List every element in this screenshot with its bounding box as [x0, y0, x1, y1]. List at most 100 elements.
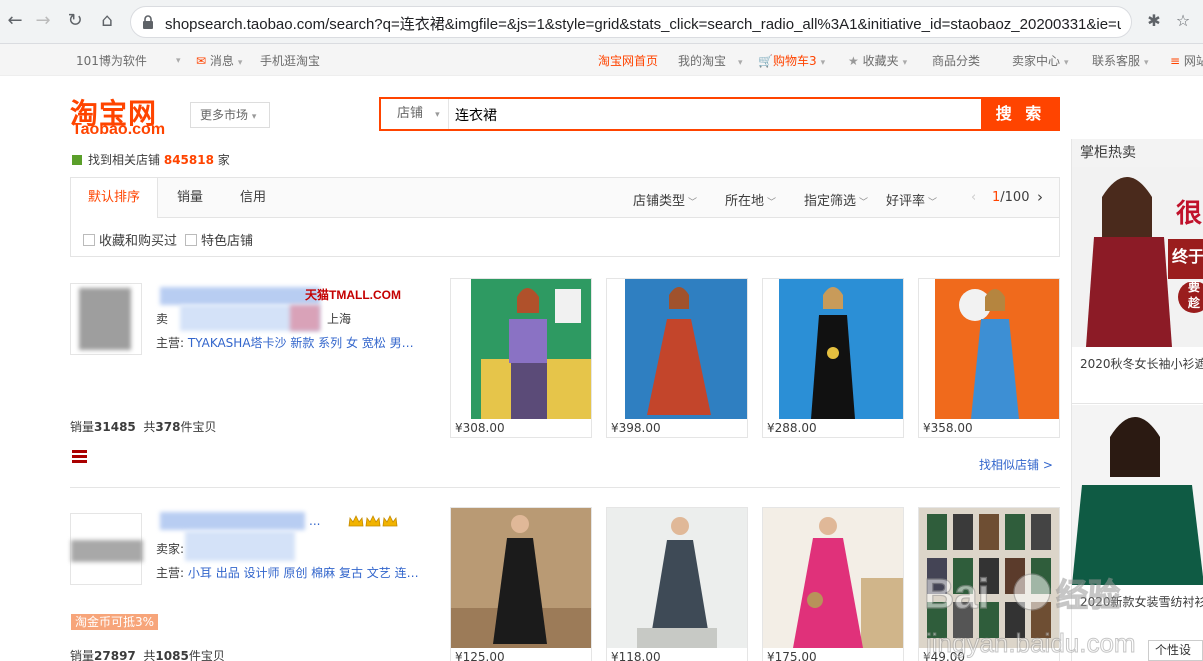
- topbar-messages[interactable]: ✉ 消息 ▾: [196, 52, 242, 69]
- find-similar-link[interactable]: 找相似店铺 >: [979, 456, 1053, 473]
- product-card[interactable]: ¥118.00: [606, 507, 748, 661]
- address-bar[interactable]: shopsearch.taobao.com/search?q=连衣裙&imgfi…: [130, 6, 1132, 38]
- shop-location: 上海: [327, 312, 352, 326]
- star-icon: ★: [848, 54, 859, 68]
- search-button[interactable]: 搜 索: [981, 97, 1060, 131]
- product-price: ¥288.00: [767, 421, 817, 435]
- prev-page-icon[interactable]: ‹: [971, 190, 976, 205]
- crown-icon: [348, 515, 364, 527]
- product-card[interactable]: ¥358.00: [918, 278, 1060, 438]
- mail-icon: ✉: [196, 54, 207, 68]
- shop-avatar[interactable]: [70, 283, 142, 355]
- chevron-down-icon: ﹀: [928, 198, 938, 208]
- blurred-shop-name[interactable]: [160, 287, 320, 305]
- sort-default-tab[interactable]: 默认排序: [71, 178, 158, 218]
- specified-filter-dropdown[interactable]: 指定筛选 ﹀: [804, 190, 868, 209]
- sort-bar: 默认排序 销量 信用 店铺类型 ﹀ 所在地 ﹀ 指定筛选 ﹀ 好评率 ﹀ ‹ 1/100…: [71, 178, 1059, 218]
- blurred-avatar: [79, 288, 131, 350]
- product-image[interactable]: [919, 279, 1059, 419]
- shop-sales: 销量31485 共378件宝贝: [70, 420, 217, 434]
- product-card[interactable]: ¥288.00: [762, 278, 904, 438]
- shop-name-ellipsis[interactable]: ...: [309, 514, 320, 528]
- product-image[interactable]: [763, 279, 903, 419]
- topbar-customer-service[interactable]: 联系客服 ▾: [1092, 52, 1149, 69]
- url-text: shopsearch.taobao.com/search?q=连衣裙&imgfi…: [165, 16, 1121, 33]
- product-image[interactable]: [763, 508, 903, 648]
- watermark-brand: Bai: [924, 570, 989, 617]
- topbar-user[interactable]: 101博为软件: [76, 52, 147, 69]
- product-price: ¥308.00: [455, 421, 505, 435]
- blurred-shop-name[interactable]: [160, 512, 305, 530]
- result-count: 找到相关店铺 845818 家: [72, 151, 230, 168]
- product-card[interactable]: ¥175.00: [762, 507, 904, 661]
- personal-settings-button[interactable]: 个性设置: [1148, 640, 1203, 661]
- shop-menu-icon[interactable]: [72, 450, 87, 463]
- blurred-seller-name: [185, 531, 295, 561]
- blurred-avatar: [71, 540, 143, 562]
- main-business-link[interactable]: 小耳 出品 设计师 原创 棉麻 复古 文艺 连…: [188, 566, 419, 580]
- sidebar-divider: [1072, 403, 1203, 404]
- topbar-user-caret[interactable]: ▾: [172, 52, 181, 66]
- next-page-icon[interactable]: ›: [1037, 188, 1043, 206]
- topbar-categories[interactable]: 商品分类: [932, 52, 980, 69]
- forward-icon[interactable]: →: [30, 8, 56, 34]
- sidebar-ad-image[interactable]: 很 终于 要 趁: [1072, 167, 1203, 347]
- blurred-badge: [290, 305, 320, 331]
- bookmark-star-icon[interactable]: ☆: [1172, 10, 1194, 32]
- site-topbar: 101博为软件 ▾ ✉ 消息 ▾ 手机逛淘宝 淘宝网首页 我的淘宝 ▾ 🛒购物车3 ▾…: [0, 44, 1203, 76]
- more-market-dropdown[interactable]: 更多市场 ▾: [190, 102, 270, 128]
- topbar-sitemap[interactable]: ≡ 网站: [1170, 52, 1203, 69]
- topbar-favorites[interactable]: ★ 收藏夹 ▾: [848, 52, 907, 69]
- sort-credit-tab[interactable]: 信用: [222, 178, 284, 218]
- product-image[interactable]: [607, 508, 747, 648]
- menu-icon: ≡: [1170, 54, 1181, 68]
- sidebar-ad-image[interactable]: [1072, 405, 1203, 585]
- sort-sales-tab[interactable]: 销量: [158, 178, 222, 218]
- chevron-down-icon: ﹀: [767, 198, 777, 208]
- watermark-brand-2: 经验: [1056, 576, 1120, 614]
- baidu-jingyan-watermark: Bai 经验 jingyan.baidu.com: [923, 569, 1136, 658]
- back-icon[interactable]: ←: [2, 8, 28, 34]
- shop-type-dropdown[interactable]: 店铺类型 ﹀: [633, 190, 697, 209]
- product-image[interactable]: [607, 279, 747, 419]
- product-image[interactable]: [451, 279, 591, 419]
- shop-avatar[interactable]: [70, 513, 143, 585]
- shop-main-business: 主营: 小耳 出品 设计师 原创 棉麻 复古 文艺 连…: [156, 566, 419, 580]
- extension-icon[interactable]: ✱: [1143, 10, 1165, 32]
- product-image[interactable]: [451, 508, 591, 648]
- topbar-mobile[interactable]: 手机逛淘宝: [260, 52, 320, 69]
- checkbox-icon: [185, 234, 197, 246]
- crown-icon: [365, 515, 381, 527]
- search-input[interactable]: 连衣裙: [455, 105, 497, 125]
- filter-bought-checkbox[interactable]: 收藏和购买过: [83, 230, 177, 249]
- topbar-cart[interactable]: 🛒购物车3 ▾: [758, 52, 825, 69]
- cart-icon: 🛒: [758, 54, 773, 68]
- crown-icon: [382, 515, 398, 527]
- main-business-link[interactable]: TYAKASHA塔卡沙 新款 系列 女 宽松 男…: [188, 336, 414, 350]
- topbar-home[interactable]: 淘宝网首页: [598, 52, 658, 69]
- product-card[interactable]: ¥125.00: [450, 507, 592, 661]
- product-card[interactable]: ¥308.00: [450, 278, 592, 438]
- shop-main-business: 主营: TYAKASHA塔卡沙 新款 系列 女 宽松 男…: [156, 336, 414, 350]
- topbar-seller-center[interactable]: 卖家中心 ▾: [1012, 52, 1069, 69]
- sidebar-title: 掌柜热卖: [1072, 139, 1203, 167]
- chevron-down-icon: ▾: [251, 112, 257, 122]
- taobao-logo-en[interactable]: Taobao.com: [72, 121, 165, 139]
- shop-divider: [70, 487, 1060, 488]
- lock-icon: [143, 15, 153, 29]
- topbar-my-taobao[interactable]: 我的淘宝 ▾: [678, 52, 743, 69]
- tmall-badge: 天猫TMALL.COM: [305, 288, 401, 302]
- shop-sales: 销量27897 共1085件宝贝: [70, 649, 225, 661]
- product-price: ¥118.00: [611, 650, 661, 661]
- search-type-select[interactable]: 店铺 ▾: [381, 99, 449, 129]
- chevron-down-icon: ▾: [176, 56, 181, 66]
- rating-dropdown[interactable]: 好评率 ﹀: [886, 190, 937, 209]
- shop-seller-label: 卖: [156, 312, 169, 326]
- watermark-site: jingyan.baidu.com: [925, 628, 1136, 658]
- sidebar-item-caption[interactable]: 2020秋冬女长袖小衫遮: [1080, 355, 1203, 372]
- product-card[interactable]: ¥398.00: [606, 278, 748, 438]
- location-dropdown[interactable]: 所在地 ﹀: [725, 190, 776, 209]
- reload-icon[interactable]: ↻: [62, 8, 88, 34]
- filter-featured-checkbox[interactable]: 特色店铺: [185, 230, 253, 249]
- home-icon[interactable]: ⌂: [94, 8, 120, 34]
